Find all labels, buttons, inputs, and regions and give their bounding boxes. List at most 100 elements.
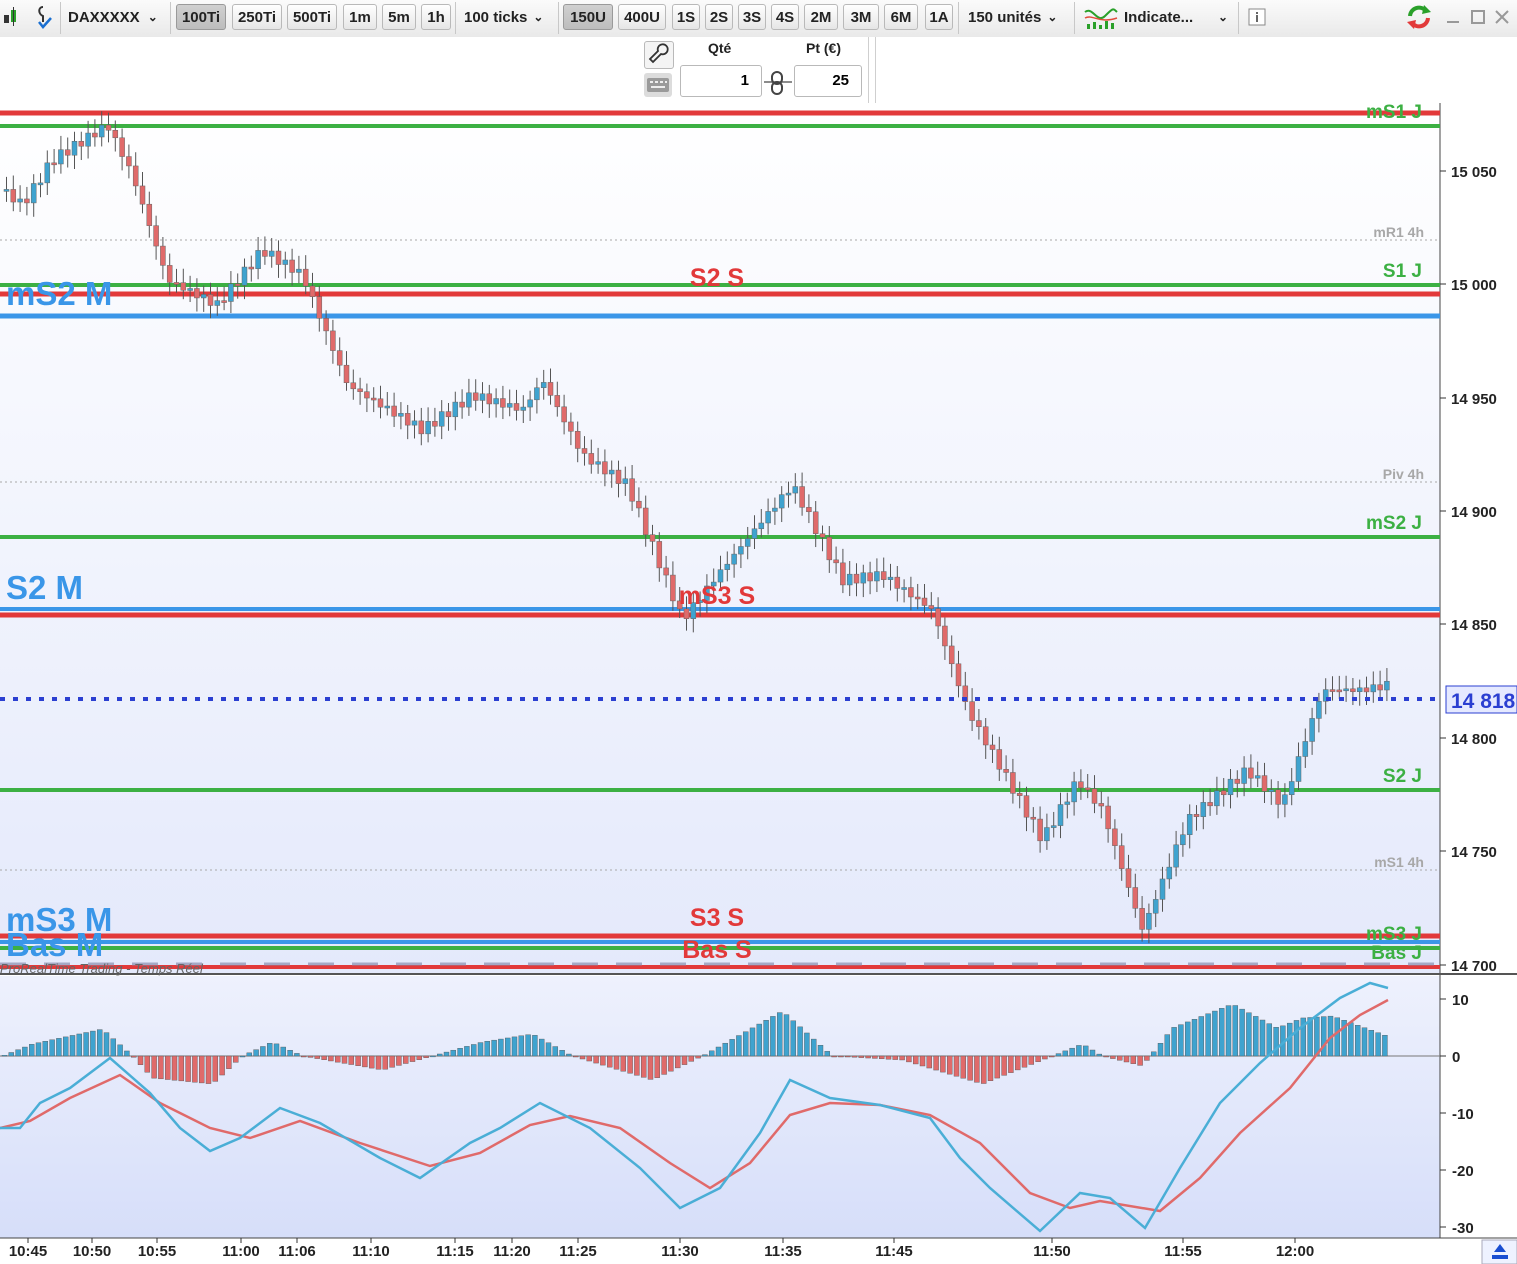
histogram-bar [171, 1055, 178, 1081]
candle-body [942, 625, 948, 647]
time-tick: 10:55 [138, 1243, 176, 1260]
indicators-button[interactable]: Indicate... [1124, 4, 1208, 30]
time-axis: 10:45 10:50 10:55 11:00 11:06 11:10 11:1… [9, 1238, 1314, 1260]
minimize-icon[interactable] [1443, 4, 1463, 30]
candle-body [846, 573, 853, 586]
candle-body [1078, 781, 1084, 789]
close-icon[interactable] [1492, 4, 1512, 30]
tick-button-1h[interactable]: 1h [421, 4, 451, 30]
histogram-bar [505, 1037, 511, 1057]
pt-input[interactable]: 25 [794, 65, 862, 97]
price-chart[interactable]: mS1 J mR1 4h S2 S S1 J mS2 M Piv 4h mS2 … [0, 103, 1517, 1264]
label-ms1-4h: mS1 4h [1374, 854, 1424, 870]
histogram-bar [919, 1055, 926, 1067]
unit-button-150u[interactable]: 150U [563, 4, 613, 30]
histogram-bar [8, 1052, 15, 1057]
cursor-check-icon[interactable] [32, 4, 56, 30]
histogram-bar [63, 1036, 69, 1057]
histogram-bar [246, 1052, 253, 1057]
time-tick: 11:06 [278, 1243, 316, 1260]
candle-body [1064, 801, 1071, 805]
histogram-bar [253, 1049, 259, 1057]
candle-body [670, 574, 676, 602]
unit-button-1a[interactable]: 1A [925, 4, 953, 30]
tick-button-500ti[interactable]: 500Ti [287, 4, 337, 30]
histogram-bar [518, 1035, 524, 1057]
candle-body [1186, 814, 1193, 835]
price-tick: 14 750 [1451, 844, 1497, 861]
histogram-bar [321, 1055, 327, 1060]
histogram-bar [1103, 1055, 1109, 1058]
candle-body [24, 198, 30, 204]
histogram-bar [1184, 1021, 1191, 1057]
tick-button-1m[interactable]: 1m [343, 4, 377, 30]
chevron-down-icon: ⌄ [147, 10, 158, 24]
candle-body [738, 546, 744, 555]
chevron-down-icon: ⌄ [1047, 10, 1058, 24]
candle-body [1132, 887, 1139, 909]
unit-button-2m[interactable]: 2M [804, 4, 838, 30]
histogram-bar [702, 1054, 708, 1057]
candle-body [1057, 804, 1064, 826]
label-mr1-4h: mR1 4h [1373, 224, 1424, 240]
qty-input[interactable]: 1 [680, 65, 762, 97]
candle-body [629, 478, 635, 502]
candle-body [180, 282, 187, 291]
link-icon[interactable] [764, 70, 792, 98]
label-s2s: S2 S [690, 264, 744, 292]
histogram-bar [219, 1055, 225, 1076]
scroll-to-end-button[interactable] [1481, 1239, 1517, 1264]
histogram-bar [396, 1055, 402, 1066]
histogram-bar [620, 1055, 626, 1072]
ticks-dropdown[interactable]: 100 ticks ⌄ [458, 4, 556, 30]
histogram-bar [341, 1055, 348, 1064]
histogram-bar [1110, 1055, 1116, 1059]
candle-body [840, 562, 846, 586]
histogram-bar [1171, 1027, 1177, 1057]
label-ms3s: mS3 S [679, 582, 755, 610]
unit-button-400u[interactable]: 400U [618, 4, 666, 30]
refresh-icon[interactable] [1402, 4, 1436, 30]
keyboard-icon[interactable] [644, 73, 672, 97]
indicator-chart-icon[interactable] [1082, 4, 1120, 30]
instrument-selector[interactable]: DAXXXXX ⌄ [62, 4, 166, 30]
chevron-down-icon: ⌄ [533, 10, 544, 24]
tick-button-100ti[interactable]: 100Ti [176, 4, 226, 30]
unit-button-6m[interactable]: 6M [884, 4, 918, 30]
histogram-bar [885, 1055, 892, 1060]
histogram-bar [110, 1038, 117, 1057]
unit-button-4s[interactable]: 4S [771, 4, 799, 30]
tick-button-5m[interactable]: 5m [382, 4, 416, 30]
unit-button-3m[interactable]: 3M [843, 4, 879, 30]
candle-body [51, 162, 57, 166]
label-ms2m: mS2 M [6, 275, 112, 312]
histogram-bar [681, 1055, 688, 1065]
maximize-icon[interactable] [1468, 4, 1488, 30]
candle-body [1254, 775, 1261, 779]
histogram-bar [103, 1032, 110, 1057]
chart-type-icon[interactable] [0, 4, 26, 30]
candle-body [214, 300, 221, 306]
chevron-down-icon[interactable]: ⌄ [1212, 4, 1234, 30]
unit-button-2s[interactable]: 2S [705, 4, 733, 30]
candle-body [561, 406, 567, 423]
unit-button-1s[interactable]: 1S [672, 4, 700, 30]
candle-body [1343, 688, 1349, 692]
unit-button-3s[interactable]: 3S [738, 4, 766, 30]
candle-body [17, 198, 23, 203]
histogram-bar [287, 1050, 293, 1057]
tick-button-250ti[interactable]: 250Ti [232, 4, 282, 30]
histogram-bar [348, 1055, 354, 1065]
units-dropdown[interactable]: 150 unités ⌄ [962, 4, 1070, 30]
candle-body [1309, 718, 1315, 742]
wrench-icon[interactable] [644, 41, 674, 69]
candle-body [622, 478, 629, 484]
osc-tick: -10 [1452, 1106, 1474, 1123]
histogram-bar [232, 1055, 239, 1063]
histogram-bar [831, 1055, 837, 1058]
candle-body [228, 283, 234, 302]
candle-body [1363, 687, 1370, 693]
histogram-bar [42, 1041, 48, 1057]
histogram-bar [498, 1038, 504, 1057]
info-icon[interactable] [1246, 4, 1268, 30]
